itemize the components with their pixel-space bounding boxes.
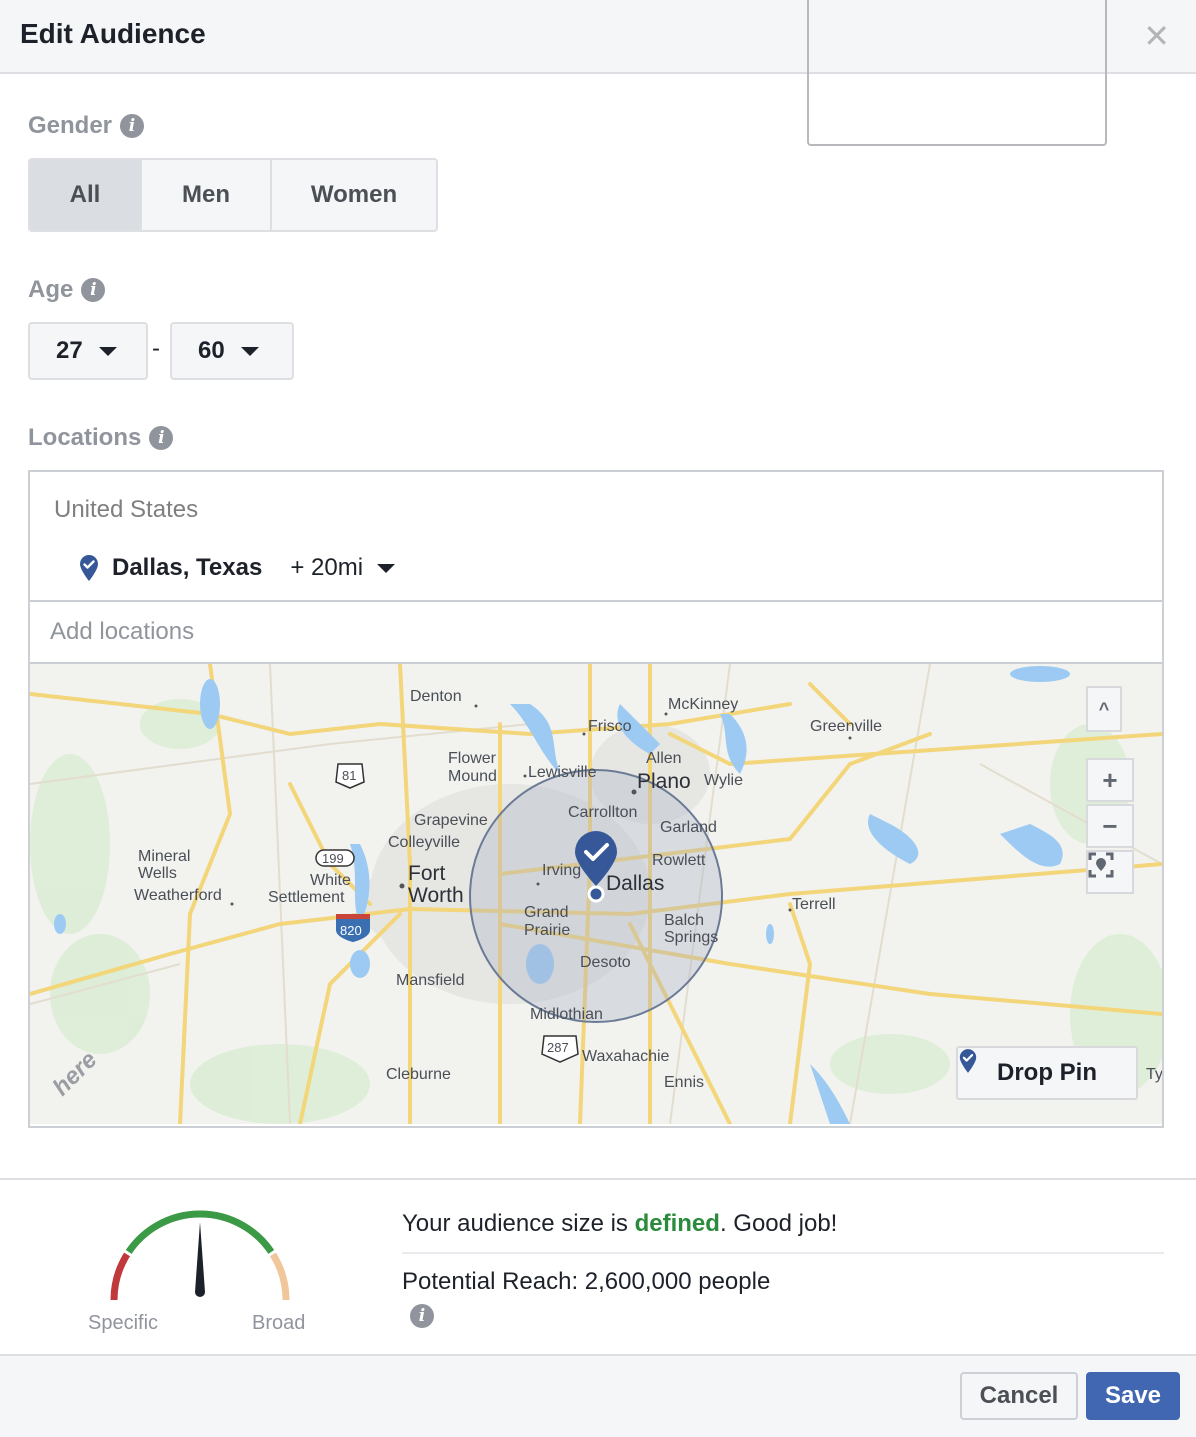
city-label: Worth xyxy=(408,884,464,907)
city-label: Fort xyxy=(408,862,446,885)
location-map[interactable]: 81 199 820 287 Denton McKinney Frisco Gr… xyxy=(30,664,1162,1124)
city-label: Waxahachie xyxy=(582,1048,670,1065)
recenter-icon xyxy=(1088,852,1114,878)
gender-label: Gender xyxy=(28,112,113,139)
audience-definition-panel: Specific Broad Your audience size is def… xyxy=(0,1178,1196,1356)
city-label: Grand xyxy=(524,904,569,921)
dialog-footer: Cancel Save xyxy=(0,1354,1196,1437)
city-label: Plano xyxy=(637,770,691,793)
gauge-segment-specific xyxy=(110,1252,131,1301)
highway-287-label: 287 xyxy=(547,1040,569,1055)
age-label-row: Age i xyxy=(28,276,106,304)
city-label: Midlothian xyxy=(530,1006,603,1023)
overlapping-panel xyxy=(807,0,1107,146)
audience-gauge xyxy=(110,1210,290,1301)
city-label: Rowlett xyxy=(652,852,706,869)
locations-box: United States Dallas, Texas + 20mi Add l… xyxy=(28,470,1164,1128)
location-pin-icon xyxy=(80,555,98,581)
location-name: Dallas, Texas xyxy=(112,554,263,581)
age-separator: - xyxy=(152,335,160,362)
city-label: Springs xyxy=(664,929,719,946)
potential-reach: Potential Reach: 2,600,000 people xyxy=(402,1268,771,1295)
city-label: Flower xyxy=(448,750,497,767)
gender-label-row: Gender i xyxy=(28,112,145,140)
city-label: McKinney xyxy=(668,696,739,713)
locations-label: Locations xyxy=(28,424,142,451)
city-label: Dallas xyxy=(606,872,665,895)
city-label: Cleburne xyxy=(386,1066,451,1083)
city-label: Grapevine xyxy=(414,812,488,829)
audience-status: Your audience size is defined. Good job! xyxy=(402,1210,837,1238)
highway-199-label: 199 xyxy=(322,851,344,866)
city-label: Ennis xyxy=(664,1074,705,1091)
audience-status-word: defined xyxy=(634,1210,720,1237)
city-label: Mineral xyxy=(138,848,191,865)
city-label: Lewisville xyxy=(528,764,597,781)
city-label: Settlement xyxy=(268,889,345,906)
caret-down-icon xyxy=(240,346,259,356)
highway-81-label: 81 xyxy=(342,768,357,783)
dialog-title: Edit Audience xyxy=(20,18,206,49)
city-label: Colleyville xyxy=(388,834,461,851)
location-country: United States xyxy=(54,496,199,523)
city-label: Irving xyxy=(542,862,582,879)
city-label: Desoto xyxy=(580,954,631,971)
city-label: Balch xyxy=(664,912,705,929)
locations-label-row: Locations i xyxy=(28,424,174,452)
audience-status-prefix: Your audience size is xyxy=(402,1210,635,1237)
info-icon[interactable]: i xyxy=(81,278,106,302)
audience-status-suffix: . Good job! xyxy=(719,1210,838,1237)
age-max-dropdown[interactable]: 60 xyxy=(170,322,294,380)
age-max-value: 60 xyxy=(198,337,225,364)
city-label: Mansfield xyxy=(396,972,465,989)
recenter-button[interactable] xyxy=(1086,850,1134,894)
highway-820-label: 820 xyxy=(340,923,362,938)
selected-location: Dallas, Texas + 20mi xyxy=(78,554,396,582)
city-label: White xyxy=(310,872,351,889)
radius-value: + 20mi xyxy=(290,554,364,581)
city-label: Frisco xyxy=(588,718,632,735)
city-label: Weatherford xyxy=(134,887,222,904)
info-icon[interactable]: i xyxy=(410,1304,434,1328)
city-label: Terrell xyxy=(792,896,836,913)
drop-pin-button[interactable]: Drop Pin xyxy=(956,1046,1138,1100)
location-pin-icon xyxy=(959,1049,977,1073)
city-label: Carrollton xyxy=(568,804,638,821)
city-label: Prairie xyxy=(524,922,571,939)
age-label: Age xyxy=(28,276,74,303)
gauge-needle xyxy=(195,1222,205,1297)
save-button[interactable]: Save xyxy=(1086,1372,1180,1420)
info-icon[interactable]: i xyxy=(120,114,145,138)
city-label: Wylie xyxy=(704,772,743,789)
gender-option-all[interactable]: All xyxy=(30,160,142,230)
radius-dropdown[interactable]: + 20mi xyxy=(290,554,396,582)
drop-pin-label: Drop Pin xyxy=(997,1059,1097,1086)
zoom-in-button[interactable]: + xyxy=(1086,758,1134,802)
gender-option-men[interactable]: Men xyxy=(142,160,272,230)
gauge-segment-broad xyxy=(269,1252,290,1301)
info-icon[interactable]: i xyxy=(149,426,174,450)
city-label: Ty xyxy=(1146,1066,1162,1083)
city-label: Mound xyxy=(448,768,497,785)
city-label: Wells xyxy=(138,865,177,882)
city-label: Greenville xyxy=(810,718,883,735)
city-label: Allen xyxy=(646,750,682,767)
caret-down-icon xyxy=(98,346,117,356)
age-min-dropdown[interactable]: 27 xyxy=(28,322,148,380)
close-icon[interactable]: ✕ xyxy=(1143,18,1170,54)
age-min-value: 27 xyxy=(56,337,83,364)
zoom-out-button[interactable]: − xyxy=(1086,804,1134,848)
map-collapse-button[interactable]: ^ xyxy=(1086,686,1122,732)
caret-down-icon xyxy=(377,563,396,573)
gauge-specific-label: Specific xyxy=(88,1312,159,1334)
divider xyxy=(402,1252,1164,1254)
gauge-broad-label: Broad xyxy=(252,1312,306,1334)
city-label: Denton xyxy=(410,688,462,705)
cancel-button[interactable]: Cancel xyxy=(960,1372,1078,1420)
gender-option-women[interactable]: Women xyxy=(272,160,436,230)
gender-selector: All Men Women xyxy=(28,158,438,232)
city-label: Garland xyxy=(660,819,717,836)
add-locations-input[interactable] xyxy=(30,602,1162,662)
